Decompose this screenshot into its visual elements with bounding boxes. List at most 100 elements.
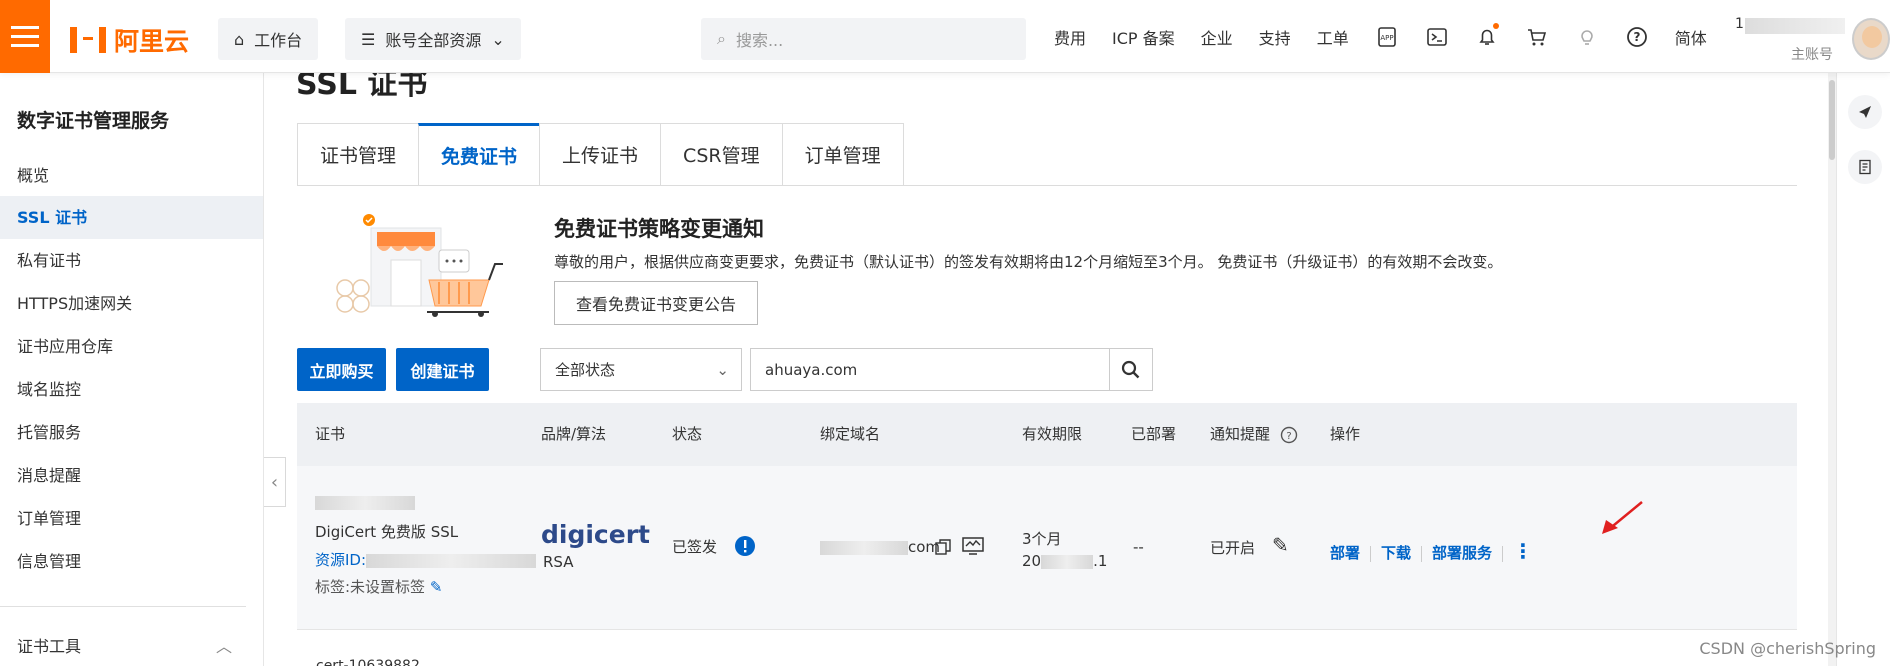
- resource-id[interactable]: 资源ID:: [315, 549, 537, 570]
- terminal-icon[interactable]: [1425, 25, 1449, 49]
- validity-period: 3个月: [1022, 530, 1062, 548]
- scrollbar-thumb[interactable]: [1829, 80, 1835, 160]
- notify-status: 已开启: [1210, 539, 1256, 557]
- view-notice-button[interactable]: 查看免费证书变更公告: [554, 281, 759, 325]
- search-icon: [1121, 360, 1140, 378]
- tab-csr-management[interactable]: CSR管理: [660, 123, 782, 186]
- user-name-blurred: [1745, 18, 1845, 34]
- alert-icon[interactable]: [734, 535, 756, 557]
- workbench-button[interactable]: ⌂ 工作台: [218, 18, 319, 60]
- sidebar-item-domain-monitor[interactable]: 域名监控: [0, 368, 263, 411]
- user-id-prefix: 1: [1735, 16, 1744, 32]
- next-row-cert-id: cert-10639882: [316, 658, 420, 666]
- top-bar: 阿里云 ⌂ 工作台 ☰ 账号全部资源 ⌄ ⌕ 搜索... 费用 ICP 备案 企…: [0, 0, 1890, 73]
- sidebar-cert-tools[interactable]: 证书工具 ︿: [17, 633, 232, 657]
- buy-now-button[interactable]: 立即购买: [297, 348, 386, 391]
- top-link-fees[interactable]: 费用: [1054, 25, 1086, 49]
- sidebar-item-info[interactable]: 信息管理: [0, 540, 263, 583]
- cert-id-blurred: [315, 496, 415, 510]
- language-switch[interactable]: 简体: [1675, 25, 1707, 49]
- sidebar-collapse-button[interactable]: ‹: [264, 457, 286, 507]
- date-blurred: [1041, 554, 1094, 569]
- sidebar-item-https-gateway[interactable]: HTTPS加速网关: [0, 282, 263, 325]
- download-link[interactable]: 下载: [1381, 544, 1411, 562]
- svg-text:?: ?: [1633, 30, 1640, 44]
- help-icon[interactable]: ?: [1625, 25, 1649, 49]
- app-icon[interactable]: APP: [1375, 25, 1399, 49]
- sidebar-item-messages[interactable]: 消息提醒: [0, 454, 263, 497]
- avatar[interactable]: [1852, 18, 1890, 60]
- notice-title: 免费证书策略变更通知: [554, 217, 764, 241]
- resource-id-blurred: [366, 553, 537, 568]
- top-link-icp[interactable]: ICP 备案: [1112, 25, 1175, 49]
- deployed-value: --: [1133, 538, 1144, 556]
- notice-text: 尊敬的用户，根据供应商变更要求，免费证书（默认证书）的签发有效期将由12个月缩短…: [554, 253, 1503, 271]
- column-validity: 有效期限: [1022, 425, 1083, 443]
- scrollbar-track[interactable]: [1828, 73, 1836, 666]
- tab-order-management[interactable]: 订单管理: [781, 123, 904, 186]
- column-cert: 证书: [315, 425, 346, 443]
- create-cert-button[interactable]: 创建证书: [396, 348, 489, 391]
- page-title: SSL 证书: [296, 73, 428, 102]
- help-icon[interactable]: ?: [1280, 426, 1298, 444]
- column-actions: 操作: [1330, 425, 1361, 443]
- resources-dropdown[interactable]: ☰ 账号全部资源 ⌄: [345, 18, 521, 60]
- sidebar-item-ssl[interactable]: SSL 证书: [0, 196, 263, 239]
- tab-free-cert[interactable]: 免费证书: [418, 123, 540, 186]
- lightbulb-icon[interactable]: [1575, 25, 1599, 49]
- right-rail: [1836, 73, 1890, 666]
- search-button[interactable]: [1109, 348, 1153, 391]
- chevron-down-icon: ⌄: [491, 29, 505, 49]
- deploy-link[interactable]: 部署: [1330, 544, 1360, 562]
- domain-blurred: [820, 540, 908, 555]
- tab-bar: 证书管理 免费证书 上传证书 CSR管理 订单管理: [297, 123, 904, 186]
- copy-icon[interactable]: [934, 538, 952, 556]
- column-domain: 绑定域名: [820, 425, 881, 443]
- domain-search-input[interactable]: ahuaya.com: [750, 348, 1110, 391]
- bell-icon[interactable]: [1475, 22, 1499, 49]
- user-role: 主账号: [1791, 47, 1833, 63]
- top-link-support[interactable]: 支持: [1259, 25, 1291, 49]
- document-icon[interactable]: [1848, 150, 1882, 184]
- feedback-icon[interactable]: [1848, 95, 1882, 129]
- cert-algorithm: RSA: [543, 553, 574, 571]
- stack-icon: ☰: [361, 29, 376, 49]
- sidebar-item-orders[interactable]: 订单管理: [0, 497, 263, 540]
- sidebar-title: 数字证书管理服务: [17, 110, 170, 132]
- tab-upload-cert[interactable]: 上传证书: [539, 123, 661, 186]
- sidebar-item-overview[interactable]: 概览: [0, 154, 263, 197]
- more-actions-icon[interactable]: ⋮: [1513, 539, 1533, 563]
- chevron-left-icon: ‹: [270, 471, 279, 493]
- chevron-down-icon: ⌄: [716, 360, 729, 379]
- user-menu[interactable]: 1 主账号: [1735, 12, 1845, 63]
- sidebar-item-private-cert[interactable]: 私有证书: [0, 239, 263, 282]
- top-link-enterprise[interactable]: 企业: [1201, 25, 1233, 49]
- tag-label[interactable]: 标签:未设置标签 ✎: [315, 576, 442, 597]
- home-icon: ⌂: [234, 29, 245, 49]
- shop-illustration-icon: [336, 214, 503, 317]
- menu-icon[interactable]: [0, 0, 50, 73]
- tab-cert-management[interactable]: 证书管理: [297, 123, 419, 186]
- edit-icon: ✎: [429, 578, 443, 596]
- tabs-underline: [297, 185, 1797, 186]
- actions-cell: 部署 下载 部署服务 ⋮: [1330, 539, 1533, 563]
- top-link-tickets[interactable]: 工单: [1317, 25, 1349, 49]
- search-icon: ⌕: [717, 29, 726, 48]
- red-arrow-icon: [1602, 501, 1643, 534]
- sidebar-item-cert-repo[interactable]: 证书应用仓库: [0, 325, 263, 368]
- column-brand: 品牌/算法: [541, 425, 607, 443]
- chevron-up-icon: ︿: [215, 637, 232, 656]
- edit-icon[interactable]: ✎: [1272, 533, 1289, 557]
- monitor-icon[interactable]: [961, 536, 985, 556]
- deploy-service-link[interactable]: 部署服务: [1432, 544, 1492, 562]
- digicert-logo: digicert: [541, 520, 650, 549]
- aliyun-logo[interactable]: 阿里云: [70, 22, 189, 58]
- bound-domain: com: [820, 538, 940, 556]
- main-content: SSL 证书 证书管理 免费证书 上传证书 CSR管理 订单管理 免费证书策略变…: [264, 73, 1836, 666]
- global-search-input[interactable]: ⌕ 搜索...: [701, 18, 1026, 60]
- status-filter-select[interactable]: 全部状态 ⌄: [540, 348, 742, 391]
- sidebar-item-managed[interactable]: 托管服务: [0, 411, 263, 454]
- action-separator: [1421, 545, 1423, 562]
- expiry-date: 20.1: [1022, 552, 1108, 570]
- cart-icon[interactable]: [1525, 25, 1549, 49]
